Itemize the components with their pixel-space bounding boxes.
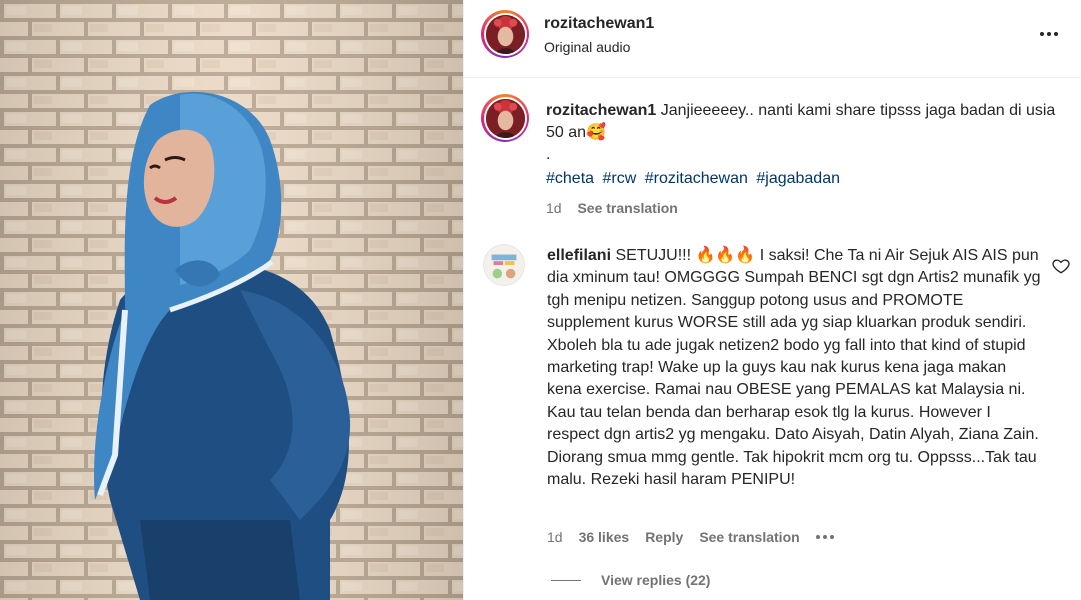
more-options-icon[interactable]: [1037, 22, 1061, 46]
comment-body: SETUJU!!! 🔥🔥🔥 I saksi! Che Ta ni Air Sej…: [547, 247, 1041, 489]
hashtag-link[interactable]: #jagabadan: [756, 170, 840, 187]
comment-meta: 1d 36 likes Reply See translation: [547, 529, 834, 545]
commenter-username[interactable]: ellefilani: [547, 247, 611, 264]
view-replies-label: View replies (22): [601, 572, 711, 588]
view-replies-button[interactable]: View replies (22): [551, 572, 710, 588]
caption-dot: .: [546, 146, 551, 163]
comment-text: ellefilani SETUJU!!! 🔥🔥🔥 I saksi! Che Ta…: [547, 245, 1045, 491]
profile-photo-icon: [485, 98, 525, 138]
see-translation-button[interactable]: See translation: [699, 529, 799, 545]
post-details-panel: rozitachewan1 Original audio rozitachewa…: [463, 0, 1081, 600]
reply-button[interactable]: Reply: [645, 529, 683, 545]
post-header: rozitachewan1 Original audio: [464, 0, 1081, 78]
profile-photo-icon: [484, 245, 524, 285]
post-photo[interactable]: [0, 0, 463, 600]
likes-count[interactable]: 36 likes: [579, 529, 630, 545]
commenter-avatar[interactable]: [483, 244, 525, 286]
woman-in-hijab-image: [0, 0, 463, 600]
see-translation-button[interactable]: See translation: [577, 200, 677, 216]
caption-meta: 1d See translation: [546, 200, 678, 216]
author-username[interactable]: rozitachewan1: [544, 15, 654, 33]
caption-text: rozitachewan1 Janjieeeeey.. nanti kami s…: [546, 100, 1056, 166]
hashtag-link[interactable]: #cheta: [546, 170, 594, 187]
hashtag-link[interactable]: #rcw: [603, 170, 637, 187]
heart-icon[interactable]: [1052, 257, 1070, 275]
comment-options-icon[interactable]: [815, 535, 834, 539]
hashtag-link[interactable]: #rozitachewan: [645, 170, 748, 187]
replies-divider: [551, 579, 581, 581]
profile-photo-icon: [485, 14, 525, 54]
caption-author-avatar[interactable]: [481, 94, 529, 142]
caption-username[interactable]: rozitachewan1: [546, 102, 656, 119]
hashtag-list: #cheta #rcw #rozitachewan #jagabadan: [546, 170, 844, 188]
caption-time[interactable]: 1d: [546, 200, 562, 216]
audio-label[interactable]: Original audio: [544, 39, 630, 55]
comment-time[interactable]: 1d: [547, 529, 563, 545]
author-avatar[interactable]: [481, 10, 529, 58]
